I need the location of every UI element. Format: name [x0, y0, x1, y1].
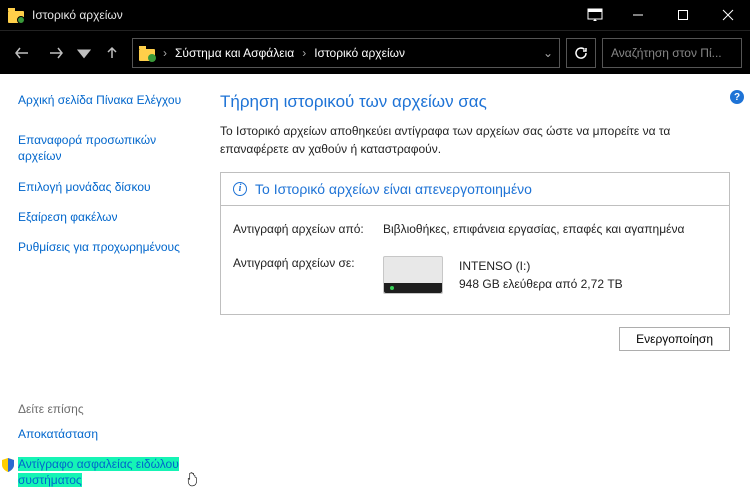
shield-icon [2, 458, 14, 472]
drive-free-space: 948 GB ελεύθερα από 2,72 TB [459, 275, 623, 293]
drive-name: INTENSO (I:) [459, 257, 623, 275]
see-also-heading: Δείτε επίσης [18, 402, 198, 416]
address-bar[interactable]: › Σύστημα και Ασφάλεια › Ιστορικό αρχείω… [132, 38, 560, 68]
help-icon[interactable]: ? [730, 90, 744, 104]
copy-to-label: Αντιγραφή αρχείων σε: [233, 256, 383, 294]
sidebar-item-exclude-folders[interactable]: Εξαίρεση φακέλων [18, 209, 198, 225]
sidebar: Αρχική σελίδα Πίνακα Ελέγχου Επαναφορά π… [0, 74, 208, 500]
status-panel: Το Ιστορικό αρχείων είναι απενεργοποιημέ… [220, 172, 730, 315]
copy-from-value: Βιβλιοθήκες, επιφάνεια εργασίας, επαφές … [383, 222, 684, 236]
close-button[interactable] [705, 0, 750, 30]
location-icon [139, 45, 155, 61]
see-also-system-image-backup[interactable]: Αντίγραφο ασφαλείας ειδώλου συστήματος [18, 456, 188, 488]
breadcrumb-current[interactable]: Ιστορικό αρχείων [314, 46, 405, 60]
up-button[interactable] [98, 39, 126, 67]
window-title: Ιστορικό αρχείων [32, 8, 123, 22]
search-placeholder: Αναζήτηση στον Πί... [611, 46, 722, 60]
main-pane: ? Τήρηση ιστορικού των αρχείων σας Το Ισ… [208, 74, 750, 500]
sidebar-item-restore-files[interactable]: Επαναφορά προσωπικών αρχείων [18, 132, 198, 164]
chevron-right-icon: › [302, 46, 306, 60]
sidebar-home-link[interactable]: Αρχική σελίδα Πίνακα Ελέγχου [18, 92, 198, 108]
page-description: Το Ιστορικό αρχείων αποθηκεύει αντίγραφα… [220, 122, 730, 158]
info-icon [233, 182, 247, 196]
drive-icon [383, 256, 443, 294]
back-button[interactable] [8, 39, 36, 67]
breadcrumb-parent[interactable]: Σύστημα και Ασφάλεια [175, 46, 294, 60]
enable-button[interactable]: Ενεργοποίηση [619, 327, 730, 351]
copy-from-label: Αντιγραφή αρχείων από: [233, 222, 383, 236]
navbar: › Σύστημα και Ασφάλεια › Ιστορικό αρχείω… [0, 30, 750, 74]
sidebar-item-advanced-settings[interactable]: Ρυθμίσεις για προχωρημένους [18, 239, 198, 255]
highlighted-link-text: Αντίγραφο ασφαλείας ειδώλου συστήματος [18, 457, 179, 487]
ribbon-toggle-button[interactable] [575, 8, 615, 22]
status-text: Το Ιστορικό αρχείων είναι απενεργοποιημέ… [255, 181, 532, 197]
app-icon [8, 7, 24, 23]
page-title: Τήρηση ιστορικού των αρχείων σας [220, 92, 730, 112]
history-dropdown-button[interactable] [76, 39, 92, 67]
forward-button[interactable] [42, 39, 70, 67]
refresh-button[interactable] [566, 38, 596, 68]
titlebar: Ιστορικό αρχείων [0, 0, 750, 30]
chevron-right-icon: › [163, 46, 167, 60]
search-input[interactable]: Αναζήτηση στον Πί... [602, 38, 742, 68]
see-also-recovery[interactable]: Αποκατάσταση [18, 426, 198, 442]
sidebar-item-select-drive[interactable]: Επιλογή μονάδας δίσκου [18, 179, 198, 195]
minimize-button[interactable] [615, 0, 660, 30]
maximize-button[interactable] [660, 0, 705, 30]
chevron-down-icon[interactable]: ⌄ [543, 46, 553, 60]
